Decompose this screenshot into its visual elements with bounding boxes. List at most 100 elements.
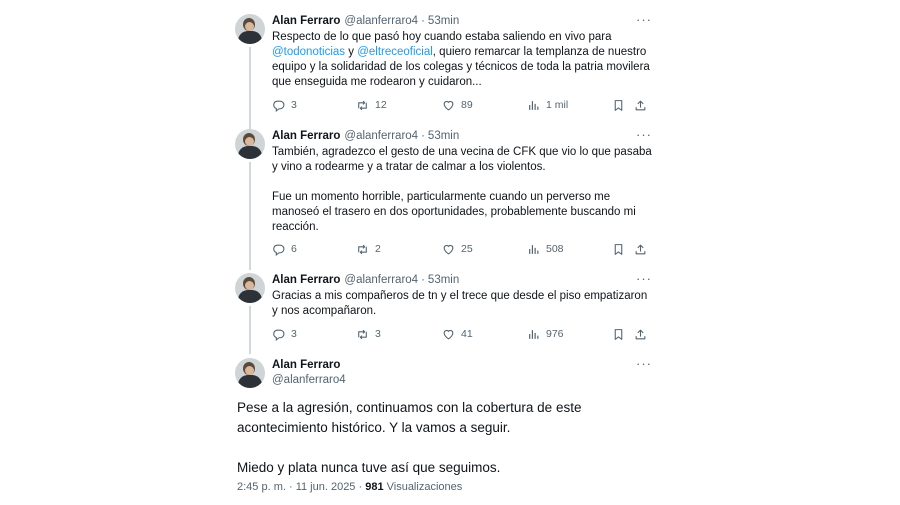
thread-connector-line xyxy=(249,47,251,131)
tweet-text: También, agradezco el gesto de una vecin… xyxy=(272,146,652,233)
tweet-header: Alan Ferraro @alanferraro4 · 53min xyxy=(272,129,652,144)
share-icon xyxy=(634,328,647,341)
views-count: 981 xyxy=(365,481,384,493)
tweet-time[interactable]: 53min xyxy=(428,129,459,144)
reply-button[interactable]: 6 xyxy=(272,241,297,257)
text-segment: y xyxy=(345,46,358,58)
tweet-content: Alan Ferraro @alanferraro4 · 53min ··· G… xyxy=(272,272,652,319)
action-bar: 3 12 89 1 mil xyxy=(272,97,652,113)
reply-icon xyxy=(272,99,285,112)
tweet-text: Respecto de lo que pasó hoy cuando estab… xyxy=(272,30,652,90)
more-icon[interactable]: ··· xyxy=(636,128,652,141)
avatar-column xyxy=(235,14,265,44)
tweet-header: Alan Ferraro @alanferraro4 · 53min xyxy=(272,14,652,29)
action-bar: 6 2 25 508 xyxy=(272,241,652,257)
views-count: 1 mil xyxy=(546,99,569,111)
avatar-column xyxy=(235,358,265,388)
views-button[interactable]: 508 xyxy=(527,241,564,257)
avatar[interactable] xyxy=(235,14,265,44)
tweet-meta: 2:45 p. m. · 11 jun. 2025 · 981 Visualiz… xyxy=(237,481,462,493)
separator-dot: · xyxy=(421,15,425,27)
reply-count: 6 xyxy=(291,243,297,255)
like-button[interactable]: 25 xyxy=(442,241,473,257)
main-tweet-text: Pese a la agresión, continuamos con la c… xyxy=(237,400,582,475)
bookmark-button[interactable] xyxy=(612,241,625,257)
like-icon xyxy=(442,328,455,341)
reply-button[interactable]: 3 xyxy=(272,326,297,342)
tweet-time[interactable]: 53min xyxy=(428,14,459,29)
reply-count: 3 xyxy=(291,328,297,340)
views-count: 508 xyxy=(546,243,564,255)
more-icon[interactable]: ··· xyxy=(636,13,652,26)
author-name[interactable]: Alan Ferraro xyxy=(272,14,340,29)
views-label: Visualizaciones xyxy=(383,481,463,493)
tweet-content: Alan Ferraro @alanferraro4 · 53min ··· T… xyxy=(272,128,652,235)
thread-tweet-3[interactable]: Alan Ferraro @alanferraro4 · 53min ··· G… xyxy=(235,272,655,354)
like-count: 25 xyxy=(461,243,473,255)
tweet-header: Alan Ferraro @alanferraro4 · 53min xyxy=(272,273,652,288)
repost-button[interactable]: 12 xyxy=(356,97,387,113)
views-icon xyxy=(527,243,540,256)
like-count: 41 xyxy=(461,328,473,340)
repost-count: 12 xyxy=(375,99,387,111)
thread-tweet-2[interactable]: Alan Ferraro @alanferraro4 · 53min ··· T… xyxy=(235,128,655,270)
tweet-text: Gracias a mis compañeros de tn y el trec… xyxy=(272,290,648,317)
tweet-timestamp[interactable]: 2:45 p. m. · 11 jun. 2025 · xyxy=(237,481,365,493)
share-icon xyxy=(634,243,647,256)
share-button[interactable] xyxy=(634,97,647,113)
reply-button[interactable]: 3 xyxy=(272,97,297,113)
action-bar: 3 3 41 976 xyxy=(272,326,652,342)
views-button[interactable]: 976 xyxy=(527,326,564,342)
author-name[interactable]: Alan Ferraro xyxy=(272,129,340,144)
share-button[interactable] xyxy=(634,326,647,342)
views-icon xyxy=(527,99,540,112)
bookmark-icon xyxy=(612,99,625,112)
main-tweet-header[interactable]: Alan Ferraro @alanferraro4 ··· xyxy=(235,357,655,398)
author-name[interactable]: Alan Ferraro xyxy=(272,273,340,288)
thread-connector-line xyxy=(249,306,251,354)
like-button[interactable]: 89 xyxy=(442,97,473,113)
views-button[interactable]: 1 mil xyxy=(527,97,568,113)
thread-connector-line xyxy=(249,162,251,270)
avatar[interactable] xyxy=(235,129,265,159)
share-icon xyxy=(634,99,647,112)
avatar-column xyxy=(235,129,265,159)
avatar-column xyxy=(235,273,265,303)
separator-dot: · xyxy=(421,274,425,286)
author-handle[interactable]: @alanferraro4 xyxy=(344,129,418,144)
tweet-thread: Alan Ferraro @alanferraro4 · 53min ··· R… xyxy=(225,0,655,505)
reply-count: 3 xyxy=(291,99,297,111)
like-icon xyxy=(442,99,455,112)
more-icon[interactable]: ··· xyxy=(636,272,652,285)
bookmark-button[interactable] xyxy=(612,97,625,113)
repost-icon xyxy=(356,328,369,341)
more-icon[interactable]: ··· xyxy=(636,357,652,370)
like-button[interactable]: 41 xyxy=(442,326,473,342)
repost-button[interactable]: 3 xyxy=(356,326,381,342)
main-author-block: Alan Ferraro @alanferraro4 ··· xyxy=(272,357,652,388)
author-handle[interactable]: @alanferraro4 xyxy=(344,14,418,29)
author-name[interactable]: Alan Ferraro xyxy=(272,358,652,373)
reply-icon xyxy=(272,328,285,341)
tweet-time[interactable]: 53min xyxy=(428,273,459,288)
author-handle[interactable]: @alanferraro4 xyxy=(344,273,418,288)
author-handle[interactable]: @alanferraro4 xyxy=(272,373,652,388)
mention-link[interactable]: @eltreceoficial xyxy=(357,46,433,58)
like-icon xyxy=(442,243,455,256)
mention-link[interactable]: @todonoticias xyxy=(272,46,345,58)
repost-count: 2 xyxy=(375,243,381,255)
views-count: 976 xyxy=(546,328,564,340)
share-button[interactable] xyxy=(634,241,647,257)
text-segment: Respecto de lo que pasó hoy cuando estab… xyxy=(272,31,612,43)
repost-button[interactable]: 2 xyxy=(356,241,381,257)
bookmark-icon xyxy=(612,328,625,341)
repost-icon xyxy=(356,99,369,112)
bookmark-button[interactable] xyxy=(612,326,625,342)
avatar[interactable] xyxy=(235,273,265,303)
reply-icon xyxy=(272,243,285,256)
views-icon xyxy=(527,328,540,341)
avatar[interactable] xyxy=(235,358,265,388)
thread-tweet-1[interactable]: Alan Ferraro @alanferraro4 · 53min ··· R… xyxy=(235,13,655,132)
repost-icon xyxy=(356,243,369,256)
bookmark-icon xyxy=(612,243,625,256)
